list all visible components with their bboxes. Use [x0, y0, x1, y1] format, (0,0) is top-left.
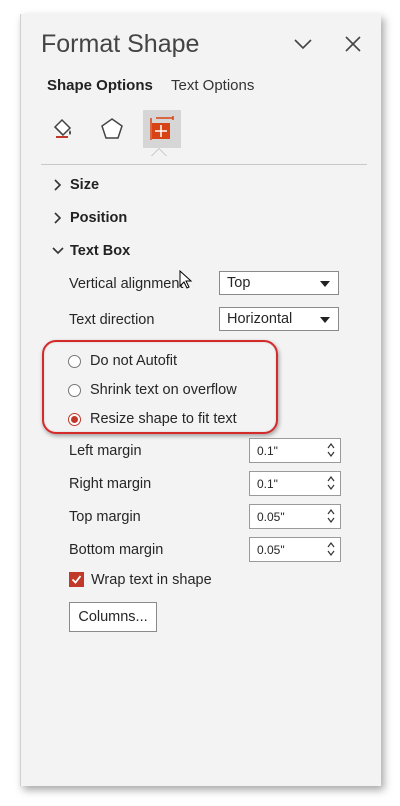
radio-label: Shrink text on overflow: [90, 382, 237, 398]
text-direction-value: Horizontal: [227, 311, 293, 327]
bottom-margin-value: 0.05": [257, 542, 285, 557]
columns-button[interactable]: Columns...: [69, 602, 157, 632]
right-margin-value: 0.1": [257, 476, 278, 491]
spin-up-icon[interactable]: [327, 442, 335, 450]
radio-label: Do not Autofit: [90, 353, 178, 369]
format-shape-pane: Format Shape Shape Options Text Options: [20, 14, 381, 786]
spin-up-icon[interactable]: [327, 508, 335, 516]
tab-shape-options[interactable]: Shape Options: [47, 77, 153, 94]
left-margin-value: 0.1": [257, 443, 278, 458]
mouse-cursor-icon: [179, 270, 193, 289]
section-size-label: Size: [70, 177, 100, 193]
vertical-alignment-label: Vertical alignment: [69, 276, 184, 292]
spin-down-icon[interactable]: [327, 549, 335, 557]
top-margin-spinner[interactable]: 0.05": [249, 504, 341, 529]
spin-up-icon[interactable]: [327, 475, 335, 483]
left-margin-label: Left margin: [69, 443, 142, 459]
vertical-alignment-select[interactable]: Top: [219, 271, 339, 295]
close-icon[interactable]: [341, 32, 365, 56]
bottom-margin-label: Bottom margin: [69, 542, 164, 558]
checkmark-icon: [71, 575, 82, 584]
task-pane-options-chevron-icon[interactable]: [291, 32, 315, 56]
spin-down-icon[interactable]: [327, 483, 335, 491]
chevron-right-icon: [54, 179, 62, 191]
wrap-text-label: Wrap text in shape: [91, 572, 212, 588]
radio-circle: [68, 383, 81, 397]
text-direction-label: Text direction: [69, 312, 155, 328]
text-direction-select[interactable]: Horizontal: [219, 307, 339, 331]
spin-up-icon[interactable]: [327, 541, 335, 549]
radio-circle: [68, 354, 81, 368]
radio-circle-checked: [68, 412, 81, 426]
section-text-box[interactable]: Text Box: [51, 243, 130, 259]
bottom-margin-spinner[interactable]: 0.05": [249, 537, 341, 562]
effects-icon[interactable]: [93, 110, 131, 148]
chevron-down-icon: [52, 247, 64, 255]
spin-down-icon[interactable]: [327, 516, 335, 524]
radio-do-not-autofit[interactable]: Do not Autofit: [68, 353, 177, 369]
section-size[interactable]: Size: [51, 177, 99, 193]
fill-line-icon[interactable]: [43, 110, 81, 148]
spin-down-icon[interactable]: [327, 450, 335, 458]
radio-resize-shape-to-fit-text[interactable]: Resize shape to fit text: [68, 411, 237, 427]
right-margin-label: Right margin: [69, 476, 152, 492]
section-text-box-label: Text Box: [70, 243, 131, 259]
divider: [41, 164, 367, 165]
left-margin-spinner[interactable]: 0.1": [249, 438, 341, 463]
radio-label: Resize shape to fit text: [90, 411, 237, 427]
dropdown-arrow-icon: [320, 281, 330, 287]
radio-shrink-text-on-overflow[interactable]: Shrink text on overflow: [68, 382, 237, 398]
size-properties-icon[interactable]: [143, 110, 181, 148]
top-margin-label: Top margin: [69, 509, 141, 525]
section-position-label: Position: [70, 210, 128, 226]
vertical-alignment-value: Top: [227, 275, 251, 291]
wrap-text-checkbox[interactable]: [69, 572, 84, 587]
top-margin-value: 0.05": [257, 509, 285, 524]
right-margin-spinner[interactable]: 0.1": [249, 471, 341, 496]
section-position[interactable]: Position: [51, 210, 127, 226]
selected-tab-pointer: [151, 148, 167, 156]
tab-text-options[interactable]: Text Options: [171, 77, 254, 94]
chevron-right-icon: [54, 212, 62, 224]
pane-title: Format Shape: [41, 30, 200, 58]
dropdown-arrow-icon: [320, 317, 330, 323]
